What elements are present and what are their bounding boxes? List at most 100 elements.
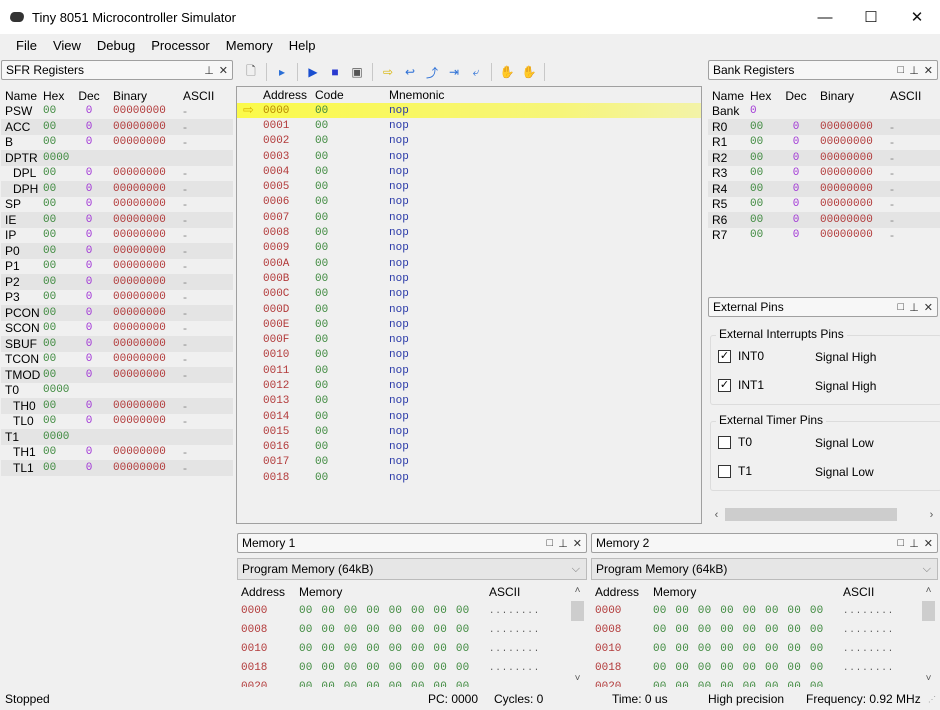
register-binary[interactable]: 00000000 [810,229,880,241]
register-dec[interactable]: 0 [75,322,103,334]
register-dec[interactable]: 0 [782,136,810,148]
register-hex[interactable]: 00 [750,167,782,179]
bank-row-r4[interactable]: R4 00 0 00000000- [708,181,940,197]
sfr-row-ip[interactable]: IP 00 0 00000000- [1,228,233,244]
code-row[interactable]: 000E 00 nop [237,317,701,332]
clear-breakpoints-button[interactable]: ✋ [520,63,538,81]
pin-icon[interactable]: ⊥ [558,537,568,550]
register-hex[interactable]: 00 [43,276,75,288]
memory-row[interactable]: 0020 00 00 00 00 00 00 00 00........ [237,677,569,688]
code-row[interactable]: 000D 00 nop [237,302,701,317]
register-hex[interactable]: 00 [43,105,75,117]
register-dec[interactable]: 0 [75,462,103,474]
code-row[interactable]: 0008 00 nop [237,225,701,240]
code-row[interactable]: 0016 00 nop [237,440,701,455]
register-binary[interactable]: 00000000 [810,167,880,179]
close-icon[interactable]: ✕ [924,64,933,77]
register-hex[interactable]: 00 [43,183,75,195]
bank-row-r7[interactable]: R7 00 0 00000000- [708,228,940,244]
code-row[interactable]: 0014 00 nop [237,409,701,424]
bank-row-r0[interactable]: R0 00 0 00000000- [708,119,940,135]
register-binary[interactable]: 00000000 [103,167,173,179]
memory1-hex-view[interactable]: Address Memory ASCII 0000 00 00 00 00 00 00 … [237,582,569,688]
scroll-up-icon[interactable]: ˄ [920,582,937,599]
new-file-button[interactable]: 🗋 [242,63,260,81]
close-icon[interactable]: ✕ [219,64,228,77]
code-row[interactable]: 000B 00 nop [237,271,701,286]
memory-bytes[interactable]: 00 00 00 00 00 00 00 00 [653,624,843,636]
sfr-panel-header[interactable]: SFR Registers ⊥ ✕ [1,60,233,80]
code-row[interactable]: 0003 00 nop [237,149,701,164]
float-icon[interactable]: □ [547,537,554,550]
register-binary[interactable]: 00000000 [103,260,173,272]
memory2-panel-header[interactable]: Memory 2 □ ⊥ ✕ [591,533,938,553]
register-hex[interactable]: 00 [43,322,75,334]
sfr-row-psw[interactable]: PSW 00 0 00000000- [1,104,233,120]
register-binary[interactable]: 00000000 [103,338,173,350]
register-dec[interactable]: 0 [75,183,103,195]
memory-bytes[interactable]: 00 00 00 00 00 00 00 00 [299,624,489,636]
minimize-button[interactable]: — [802,0,848,34]
scroll-right-icon[interactable]: › [923,509,940,521]
sfr-row-p2[interactable]: P2 00 0 00000000- [1,274,233,290]
register-dec[interactable]: 0 [782,214,810,226]
register-hex[interactable]: 00 [43,121,75,133]
scroll-down-icon[interactable]: ˅ [920,670,937,687]
sfr-row-sbuf[interactable]: SBUF 00 0 00000000- [1,336,233,352]
memory-bytes[interactable]: 00 00 00 00 00 00 00 00 [653,643,843,655]
register-dec[interactable]: 0 [75,446,103,458]
scroll-up-icon[interactable]: ˄ [569,582,586,599]
register-dec[interactable]: 0 [782,167,810,179]
register-binary[interactable]: 00000000 [810,214,880,226]
register-binary[interactable]: 00000000 [103,307,173,319]
pin-icon[interactable]: ⊥ [909,537,919,550]
bank-row-r1[interactable]: R1 00 0 00000000- [708,135,940,151]
register-hex[interactable]: 00 [43,214,75,226]
memory-row[interactable]: 0010 00 00 00 00 00 00 00 00........ [591,639,920,658]
register-binary[interactable]: 00000000 [103,198,173,210]
reset-button[interactable]: ▣ [348,63,366,81]
sfr-row-tcon[interactable]: TCON 00 0 00000000- [1,352,233,368]
scroll-left-icon[interactable]: ‹ [708,509,725,521]
sfr-row-dptr[interactable]: DPTR 0000 [1,150,233,166]
memory-bytes[interactable]: 00 00 00 00 00 00 00 00 [299,681,489,688]
code-row[interactable]: 0007 00 nop [237,210,701,225]
status-precision[interactable]: High precision [708,692,784,706]
register-hex[interactable]: 00 [43,353,75,365]
code-row[interactable]: 0006 00 nop [237,195,701,210]
register-binary[interactable]: 00000000 [103,183,173,195]
code-row[interactable]: 000F 00 nop [237,332,701,347]
register-binary[interactable]: 00000000 [103,446,173,458]
resize-grip-icon[interactable]: ⋰ [928,695,936,704]
register-hex[interactable]: 00 [750,183,782,195]
bank-row-r2[interactable]: R2 00 0 00000000- [708,150,940,166]
code-row[interactable]: 0001 00 nop [237,118,701,133]
register-dec[interactable]: 0 [75,198,103,210]
register-hex[interactable]: 00 [43,229,75,241]
bank-row-r5[interactable]: R5 00 0 00000000- [708,197,940,213]
menu-file[interactable]: File [8,38,45,53]
register-hex[interactable]: 0000 [43,152,75,164]
memory2-vertical-scrollbar[interactable]: ˄ ˅ [920,582,937,687]
float-icon[interactable]: □ [898,64,905,77]
maximize-button[interactable]: ☐ [848,0,894,34]
code-row[interactable]: 0017 00 nop [237,455,701,470]
code-row[interactable]: 0005 00 nop [237,179,701,194]
pin-icon[interactable]: ⊥ [909,64,919,77]
pin-icon[interactable]: ⊥ [204,64,214,77]
memory-row[interactable]: 0020 00 00 00 00 00 00 00 00........ [591,677,920,688]
memory-bytes[interactable]: 00 00 00 00 00 00 00 00 [299,662,489,674]
register-hex[interactable]: 00 [43,338,75,350]
bank-panel-header[interactable]: Bank Registers □ ⊥ ✕ [708,60,938,80]
memory-bytes[interactable]: 00 00 00 00 00 00 00 00 [653,681,843,688]
memory-row[interactable]: 0018 00 00 00 00 00 00 00 00........ [237,658,569,677]
sfr-row-tl1[interactable]: TL1 00 0 00000000- [1,460,233,476]
register-binary[interactable]: 00000000 [810,183,880,195]
run-to-cursor-button[interactable]: ⇥ [445,63,463,81]
register-hex[interactable]: 00 [43,446,75,458]
register-hex[interactable]: 00 [43,198,75,210]
scroll-thumb[interactable] [725,508,897,521]
register-hex[interactable]: 00 [43,415,75,427]
code-row[interactable]: 0011 00 nop [237,363,701,378]
sfr-row-p1[interactable]: P1 00 0 00000000- [1,259,233,275]
